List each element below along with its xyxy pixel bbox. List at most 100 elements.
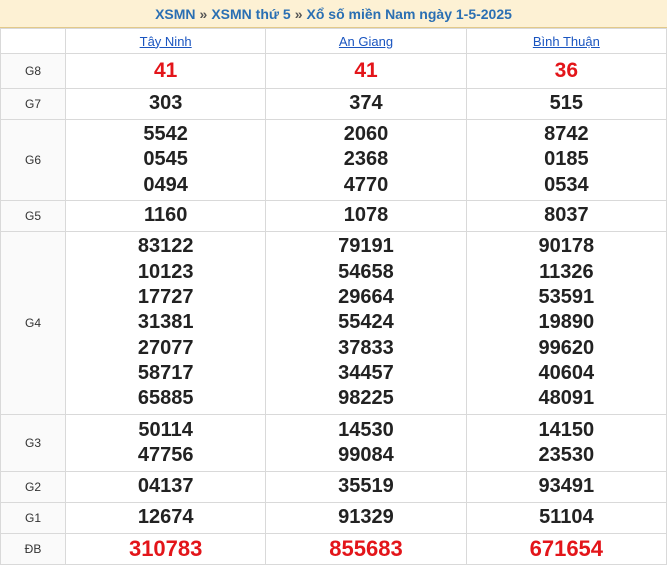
prize-row: G2 04137 35519 93491 (0, 471, 667, 503)
winning-number: 8037 (544, 204, 589, 227)
province-header-row: Tây Ninh An Giang Bình Thuận (0, 28, 667, 54)
breadcrumb-separator: » (294, 5, 303, 22)
winning-number: 91329 (338, 506, 394, 529)
winning-number: 98225 (338, 387, 394, 410)
results-table: Tây Ninh An Giang Bình Thuận G8 41 41 36 G7 3… (0, 28, 667, 565)
winning-number: 14530 (338, 418, 394, 441)
result-cell: 1160 (64, 200, 267, 232)
prize-row: G3 50114 47756 14530 99084 14150 23530 (0, 414, 667, 472)
winning-number: 34457 (338, 361, 394, 384)
result-cell: 855683 (265, 533, 467, 565)
winning-number: 90178 (538, 235, 595, 258)
winning-number: 8742 (544, 123, 589, 146)
province-header-an-giang: An Giang (265, 28, 467, 54)
prize-row: G5 1160 1078 8037 (0, 200, 667, 232)
winning-number: 41 (153, 59, 178, 83)
result-cell: 374 (265, 88, 467, 120)
winning-number: 19890 (538, 311, 595, 334)
result-cell: 90178 11326 53591 19890 99620 40604 48091 (465, 231, 667, 415)
winning-number: 04137 (137, 475, 194, 498)
winning-number: 79191 (338, 235, 394, 258)
winning-number: 310783 (128, 536, 203, 562)
prize-row: G1 12674 91329 51104 (0, 502, 667, 534)
result-cell: 515 (465, 88, 667, 120)
winning-number: 47756 (137, 444, 194, 466)
winning-number: 29664 (338, 286, 394, 309)
winning-number: 303 (148, 92, 183, 115)
result-cell: 8037 (465, 200, 667, 232)
result-cell: 36 (465, 53, 667, 89)
result-cell: 310783 (64, 533, 267, 565)
winning-number: 58717 (137, 361, 194, 384)
winning-number: 11326 (539, 260, 594, 283)
winning-number: 14150 (538, 418, 595, 441)
winning-number: 855683 (329, 536, 403, 562)
winning-number: 4770 (343, 173, 389, 196)
result-cell: 04137 (64, 471, 267, 503)
prize-label: ĐB (0, 533, 66, 565)
result-cell: 5542 0545 0494 (64, 119, 267, 201)
result-cell: 83122 10123 17727 31381 27077 58717 65885 (64, 231, 267, 415)
prize-label: G4 (0, 231, 66, 415)
winning-number: 23530 (538, 444, 595, 466)
result-cell: 51104 (465, 502, 667, 534)
result-cell: 41 (64, 53, 267, 89)
prize-label: G2 (0, 471, 66, 503)
breadcrumb-xsmn-thu5-link[interactable]: XSMN thứ 5 (211, 6, 290, 22)
prize-label: G5 (0, 200, 66, 232)
winning-number: 31381 (137, 311, 194, 334)
winning-number: 671654 (529, 536, 604, 562)
prize-row: ĐB 310783 855683 671654 (0, 533, 667, 565)
winning-number: 54658 (338, 260, 394, 283)
province-header-tay-ninh: Tây Ninh (64, 28, 267, 54)
prize-row: G8 41 41 36 (0, 53, 667, 89)
winning-number: 0534 (544, 173, 589, 196)
result-cell: 93491 (465, 471, 667, 503)
result-cell: 12674 (64, 502, 267, 534)
breadcrumb-xsmn-link[interactable]: XSMN (155, 6, 195, 22)
result-cell: 671654 (465, 533, 667, 565)
prize-label: G7 (0, 88, 66, 120)
winning-number: 53591 (538, 286, 595, 309)
winning-number: 83122 (137, 235, 194, 258)
winning-number: 41 (354, 59, 378, 83)
winning-number: 12674 (137, 506, 194, 529)
breadcrumb-page-title-link[interactable]: Xổ số miền Nam ngày 1-5-2025 (307, 6, 512, 22)
winning-number: 48091 (538, 387, 595, 410)
result-cell: 35519 (265, 471, 467, 503)
winning-number: 36 (554, 59, 578, 83)
result-cell: 14530 99084 (265, 414, 467, 472)
breadcrumb: XSMN » XSMN thứ 5 » Xổ số miền Nam ngày … (0, 0, 667, 28)
province-link-an-giang[interactable]: An Giang (339, 34, 393, 49)
winning-number: 50114 (138, 418, 193, 441)
winning-number: 65885 (137, 387, 194, 410)
winning-number: 2060 (343, 123, 389, 146)
winning-number: 0185 (544, 148, 589, 171)
prize-row: G7 303 374 515 (0, 88, 667, 120)
winning-number: 0545 (143, 148, 188, 171)
winning-number: 1160 (143, 204, 188, 227)
prize-column-header (0, 28, 66, 54)
result-cell: 50114 47756 (64, 414, 267, 472)
result-cell: 14150 23530 (465, 414, 667, 472)
province-link-tay-ninh[interactable]: Tây Ninh (140, 34, 192, 49)
result-cell: 1078 (265, 200, 467, 232)
winning-number: 5542 (143, 123, 188, 146)
prize-label: G3 (0, 414, 66, 472)
result-cell: 91329 (265, 502, 467, 534)
winning-number: 99620 (538, 336, 595, 359)
winning-number: 27077 (137, 336, 194, 359)
result-cell: 79191 54658 29664 55424 37833 34457 98225 (265, 231, 467, 415)
province-link-binh-thuan[interactable]: Bình Thuận (533, 34, 600, 49)
winning-number: 10123 (137, 260, 194, 283)
prize-label: G1 (0, 502, 66, 534)
prize-row: G4 83122 10123 17727 31381 27077 58717 65885 791… (0, 231, 667, 415)
winning-number: 0494 (143, 173, 188, 196)
winning-number: 17727 (137, 286, 194, 309)
winning-number: 374 (349, 92, 383, 115)
winning-number: 51104 (539, 506, 594, 529)
winning-number: 515 (549, 92, 584, 115)
winning-number: 2368 (343, 148, 389, 171)
province-header-binh-thuan: Bình Thuận (465, 28, 667, 54)
winning-number: 1078 (343, 204, 389, 227)
